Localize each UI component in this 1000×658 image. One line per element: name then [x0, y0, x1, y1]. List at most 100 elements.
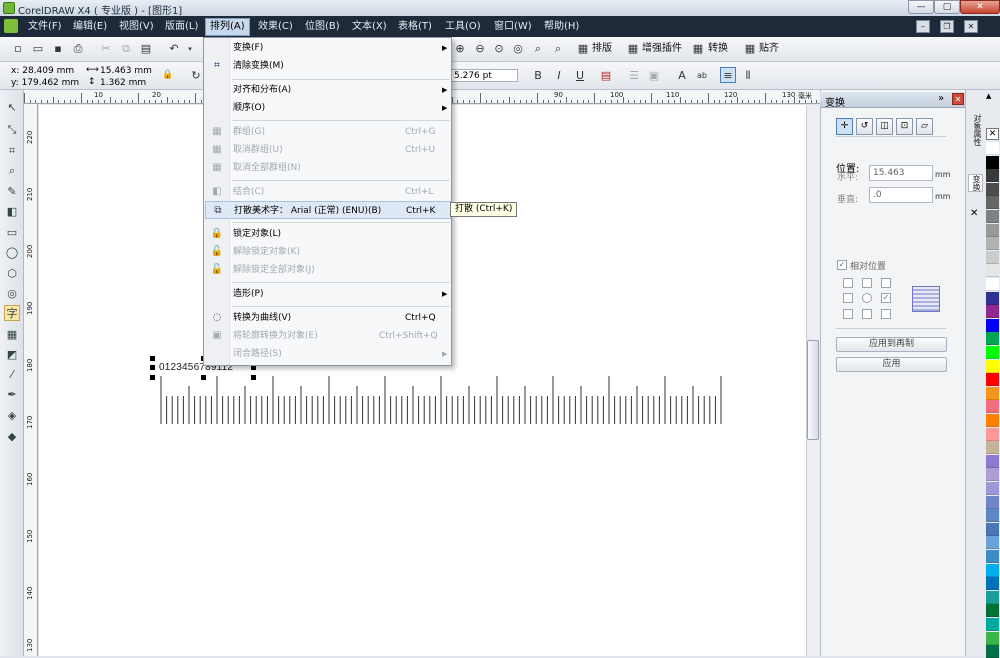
color-swatch[interactable] [986, 400, 999, 414]
color-swatch[interactable] [986, 210, 999, 223]
rotate-mode-button[interactable]: ↺ [856, 118, 873, 135]
color-swatch[interactable] [986, 142, 999, 155]
color-swatch[interactable] [986, 182, 999, 196]
color-swatch[interactable] [986, 522, 999, 536]
color-swatch[interactable] [986, 482, 999, 495]
maximize-button[interactable]: ▢ [934, 0, 960, 14]
selection-handle[interactable] [150, 365, 155, 370]
docker-collapse-icon[interactable]: » [938, 93, 944, 104]
color-swatch[interactable] [986, 590, 999, 604]
docker-close-icon[interactable]: ✕ [952, 93, 964, 105]
paiban-button[interactable]: 排版 [592, 41, 612, 57]
vertical-ruler[interactable]: 220 210 200 190 180 170 160 150 140 130 [24, 104, 38, 656]
underline-icon[interactable]: U [572, 68, 588, 84]
cut-icon[interactable]: ✂ [98, 41, 114, 57]
zoom-all-icon[interactable]: ◎ [510, 41, 526, 57]
palette-scroll-up-icon[interactable]: ▲ [986, 92, 991, 100]
menu-item-unlock-all[interactable]: 🔓 解除锁定全部对象(J) [205, 261, 451, 279]
doc-close-button[interactable]: ✕ [964, 20, 978, 33]
color-swatch[interactable] [986, 237, 999, 251]
doc-restore-button[interactable]: ❐ [940, 20, 954, 33]
menu-item-group[interactable]: ▦ 群组(G) Ctrl+G [205, 123, 451, 141]
color-swatch[interactable] [986, 359, 999, 373]
anchor-top-right[interactable] [881, 278, 891, 288]
color-swatch[interactable] [986, 332, 999, 346]
color-swatch[interactable] [986, 250, 999, 264]
align-text-icon[interactable]: ▤ [598, 68, 614, 84]
undo-icon[interactable]: ↶ [166, 41, 182, 57]
apply-to-duplicate-button[interactable]: 应用到再制 [836, 337, 947, 352]
horizontal-position-field[interactable]: 15.463 [869, 165, 933, 181]
size-mode-button[interactable]: ⊡ [896, 118, 913, 135]
anchor-top-left[interactable] [843, 278, 853, 288]
menu-effects[interactable]: 效果(C) [254, 19, 297, 35]
apply-button[interactable]: 应用 [836, 357, 947, 372]
plugins-icon[interactable]: ▦ [625, 41, 641, 57]
menu-item-shaping[interactable]: 造形(P) ▶ [205, 285, 451, 303]
undo-dropdown-icon[interactable]: ▾ [182, 41, 198, 57]
outline-tool-icon[interactable]: ✒ [4, 387, 20, 403]
bold-icon[interactable]: B [530, 68, 546, 84]
relative-position-checkbox[interactable]: ✓ [837, 260, 847, 270]
menu-item-convert-to-curves[interactable]: ◌ 转换为曲线(V) Ctrl+Q [205, 309, 451, 327]
color-swatch[interactable] [986, 346, 999, 359]
menu-item-unlock-object[interactable]: 🔓 解除锁定对象(K) [205, 243, 451, 261]
color-swatch[interactable] [986, 223, 999, 237]
paste-icon[interactable]: ▤ [138, 41, 154, 57]
position-mode-button[interactable]: ✛ [836, 118, 853, 135]
color-swatch[interactable] [986, 536, 999, 550]
close-button[interactable]: ✕ [960, 0, 1000, 14]
color-swatch[interactable] [986, 318, 999, 332]
edit-text-icon[interactable]: ab [694, 68, 710, 84]
vertical-position-field[interactable]: .0 [869, 187, 933, 203]
color-swatch[interactable] [986, 577, 999, 591]
close-tab-icon[interactable]: ✕ [970, 208, 978, 219]
paiban-icon[interactable]: ▦ [575, 41, 591, 57]
skew-mode-button[interactable]: ▱ [916, 118, 933, 135]
color-swatch[interactable] [986, 441, 999, 455]
tab-transform[interactable]: 变换 [968, 174, 983, 192]
zoom-selected-icon[interactable]: ⊙ [491, 41, 507, 57]
color-swatch[interactable] [986, 386, 999, 400]
menu-bitmaps[interactable]: 位图(B) [301, 19, 344, 35]
anchor-middle-right[interactable]: ✓ [881, 293, 891, 303]
scale-mirror-mode-button[interactable]: ◫ [876, 118, 893, 135]
color-swatch[interactable] [986, 509, 999, 523]
snap-button[interactable]: 贴齐 [759, 41, 779, 57]
anchor-middle-left[interactable] [843, 293, 853, 303]
snap-icon[interactable]: ▦ [742, 41, 758, 57]
menu-item-align-distribute[interactable]: 对齐和分布(A) ▶ [205, 81, 451, 99]
horizontal-text-icon[interactable]: ≡ [720, 67, 736, 83]
color-swatch[interactable] [986, 495, 999, 509]
menu-item-combine[interactable]: ◧ 结合(C) Ctrl+L [205, 183, 451, 201]
anchor-top-center[interactable] [862, 278, 872, 288]
color-swatch[interactable] [986, 278, 999, 291]
color-swatch[interactable] [986, 305, 999, 319]
menu-item-lock-object[interactable]: 🔒 锁定对象(L) [205, 225, 451, 243]
color-swatch[interactable] [986, 645, 999, 658]
menu-help[interactable]: 帮助(H) [540, 19, 583, 35]
menu-item-clear-transform[interactable]: ⌗ 清除变换(M) [205, 57, 451, 75]
color-swatch[interactable] [986, 169, 999, 183]
color-swatch[interactable] [986, 264, 999, 278]
anchor-bottom-center[interactable] [862, 309, 872, 319]
text-tool-icon[interactable]: 字 [4, 305, 20, 321]
shape-tool-icon[interactable]: ⤡ [4, 122, 20, 138]
menu-item-ungroup[interactable]: ▦ 取消群组(U) Ctrl+U [205, 141, 451, 159]
selection-handle[interactable] [150, 356, 155, 361]
plugins-button[interactable]: 增强插件 [642, 41, 682, 57]
lock-ratio-icon[interactable]: 🔒 [160, 67, 176, 83]
anchor-bottom-right[interactable] [881, 309, 891, 319]
vertical-scrollbar-thumb[interactable] [807, 340, 819, 440]
color-swatch[interactable] [986, 618, 999, 631]
menu-item-ungroup-all[interactable]: ▦ 取消全部群组(N) [205, 159, 451, 177]
convert-button[interactable]: 转换 [708, 41, 728, 57]
menu-item-break-apart[interactable]: ⧉ 打散美术字： Arial (正常) (ENU)(B) Ctrl+K [205, 201, 451, 219]
menu-item-close-path[interactable]: 闭合路径(S) ▶ [205, 345, 451, 363]
color-swatch[interactable] [986, 631, 999, 645]
color-swatch[interactable] [986, 291, 999, 305]
color-swatch[interactable] [986, 550, 999, 563]
menu-tools[interactable]: 工具(O) [441, 19, 485, 35]
rotate-icon[interactable]: ↻ [188, 68, 204, 84]
menu-window[interactable]: 窗口(W) [490, 19, 536, 35]
